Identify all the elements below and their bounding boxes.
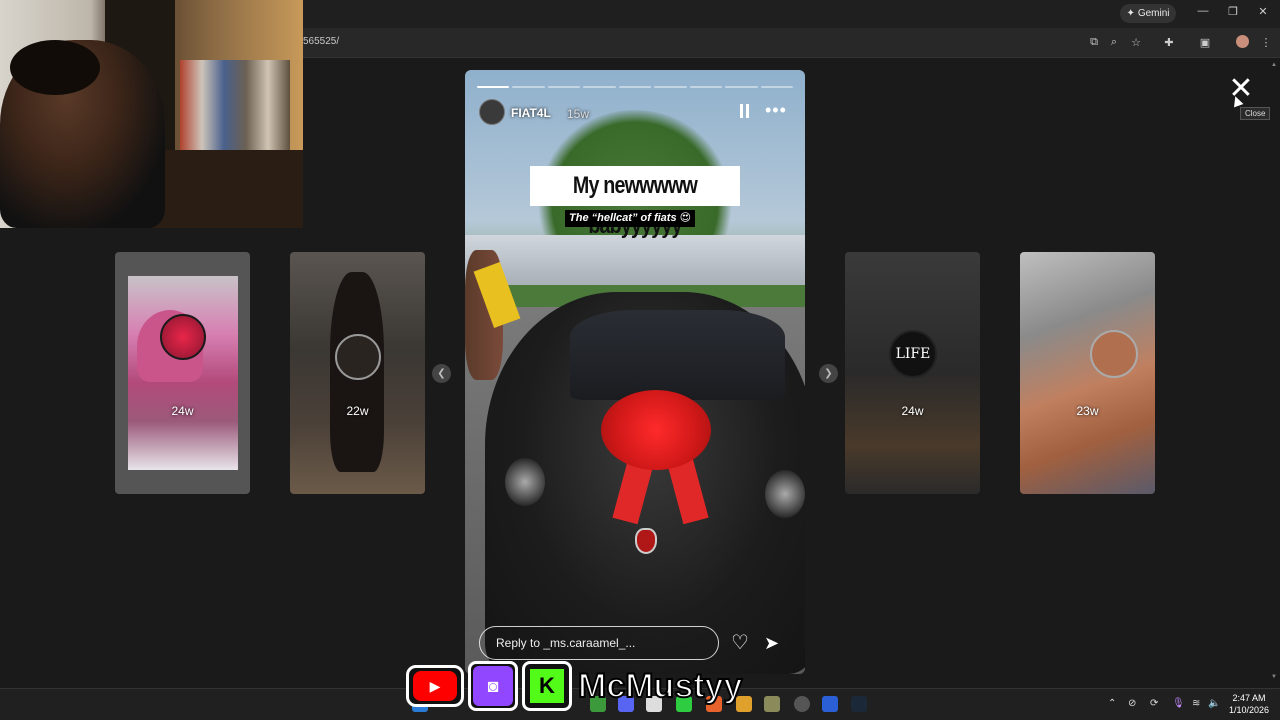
story-thumbnail-dog[interactable]: 22w <box>290 252 425 494</box>
obs-icon[interactable] <box>794 696 810 712</box>
streamer-name: McMustyy <box>577 666 743 706</box>
abarth-badge <box>635 528 657 554</box>
story-caption: My newwwww babyyyyyy <box>530 166 740 239</box>
stream-branding: ▶ ◙ K McMustyy <box>406 661 743 711</box>
taskbar-clock[interactable]: 2:47 AM 1/10/2026 <box>1224 692 1274 716</box>
kick-logo: K <box>522 661 572 711</box>
thumbnail-time: 24w <box>171 404 194 418</box>
sync-icon[interactable]: ⟳ <box>1150 698 1158 709</box>
story-subcaption: The “hellcat” of fiats 😍 <box>565 210 696 227</box>
address-bar[interactable]: 565525/ <box>303 36 339 47</box>
sparkle-icon: ✦ <box>1126 8 1135 19</box>
close-window-icon[interactable]: ✕ <box>1255 5 1271 18</box>
chevron-left-icon[interactable]: ❮ <box>432 364 451 383</box>
install-app-icon[interactable]: ⧉ <box>1086 34 1102 50</box>
thumbnail-time: 23w <box>1076 404 1099 418</box>
car-headlight <box>505 458 545 506</box>
clock-date: 1/10/2026 <box>1228 705 1270 715</box>
thumbnail-time: 22w <box>346 404 369 418</box>
steam-icon[interactable] <box>851 696 867 712</box>
clock-time: 2:47 AM <box>1232 693 1266 703</box>
red-bow <box>601 390 711 470</box>
microphone-icon[interactable]: 🎙 <box>1172 698 1185 709</box>
wifi-icon[interactable]: ≋ <box>1192 698 1200 709</box>
desk <box>150 150 303 228</box>
desk-items <box>180 60 290 150</box>
story-thumbnail-nails[interactable]: 23w <box>1020 252 1155 494</box>
twitch-logo: ◙ <box>468 661 518 711</box>
avatar <box>335 334 381 380</box>
chevron-right-icon[interactable]: ❯ <box>819 364 838 383</box>
scroll-down-icon[interactable]: ▼ <box>1271 674 1277 680</box>
scroll-up-icon[interactable]: ▲ <box>1271 62 1277 68</box>
volume-icon[interactable]: 🔈 <box>1208 698 1220 709</box>
avatar <box>1090 330 1138 378</box>
scrollbar[interactable]: ▲ ▼ <box>1271 62 1277 684</box>
streamer-hair <box>10 40 100 95</box>
side-panel-icon[interactable]: ▣ <box>1197 34 1213 50</box>
life-logo: LIFE <box>889 330 937 378</box>
close-tooltip: Close <box>1240 107 1271 120</box>
heart-icon[interactable]: ♡ <box>731 633 753 653</box>
car-headlight <box>765 470 805 518</box>
story-thumbnail-cake[interactable]: 24w <box>115 252 250 494</box>
webcam-feed <box>0 0 303 228</box>
send-icon[interactable]: ➤ <box>764 633 786 653</box>
minimize-icon[interactable]: — <box>1195 5 1211 17</box>
more-options-icon[interactable]: ••• <box>765 100 787 121</box>
story-time: 15w <box>567 107 590 121</box>
zoom-icon[interactable]: ⌕ <box>1106 34 1122 50</box>
story-progress <box>477 86 793 88</box>
pause-icon[interactable] <box>740 104 752 118</box>
story-thumbnail-life[interactable]: LIFE 24w <box>845 252 980 494</box>
restore-icon[interactable]: ❐ <box>1225 5 1241 18</box>
story-avatar[interactable] <box>479 99 505 125</box>
story-username[interactable]: FIAT4L <box>511 106 551 120</box>
avatar <box>160 314 206 360</box>
gemini-label: Gemini <box>1137 8 1170 19</box>
bookmark-star-icon[interactable]: ☆ <box>1128 34 1144 50</box>
chevron-up-icon[interactable]: ⌃ <box>1108 698 1116 709</box>
profile-avatar[interactable] <box>1236 35 1249 48</box>
extensions-icon[interactable]: ✚ <box>1161 34 1177 50</box>
gemini-button[interactable]: ✦ Gemini <box>1120 4 1176 23</box>
active-story[interactable]: FIAT4L 15w ••• My newwwww babyyyyyy The … <box>465 70 805 674</box>
kebab-menu-icon[interactable]: ⋮ <box>1258 34 1274 50</box>
youtube-logo: ▶ <box>406 665 464 707</box>
reply-input[interactable]: Reply to _ms.caraamel_... <box>479 626 719 660</box>
car-windshield <box>570 310 785 400</box>
thumbnail-time: 24w <box>901 404 924 418</box>
photos-icon[interactable] <box>764 696 780 712</box>
no-notifications-icon[interactable]: ⊘ <box>1128 698 1136 709</box>
app-icon[interactable] <box>822 696 838 712</box>
